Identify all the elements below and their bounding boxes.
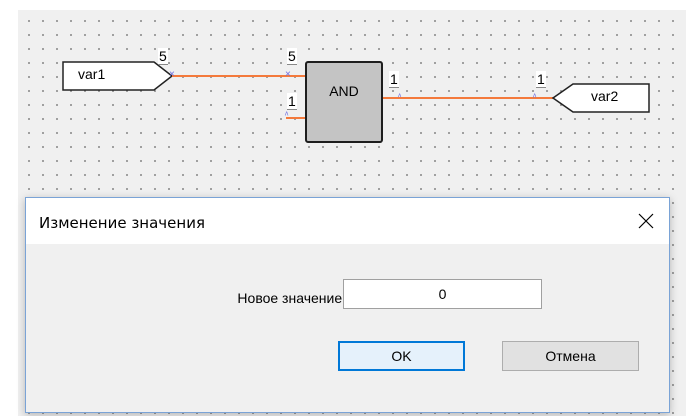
close-icon <box>638 213 654 229</box>
new-value-label: Новое значение: <box>237 290 346 306</box>
output-node-label: var2 <box>591 88 619 104</box>
gate-input1-value: 5 <box>287 48 297 65</box>
output-node-var2[interactable]: var2 <box>551 82 651 113</box>
and-gate[interactable]: AND <box>305 61 383 143</box>
wire-value-var1: 5 <box>158 48 168 65</box>
wire-value-var2: 1 <box>536 71 546 88</box>
ok-button[interactable]: OK <box>338 341 465 371</box>
gate-output-value: 1 <box>389 71 399 88</box>
input-node-label: var1 <box>78 66 106 82</box>
dialog-titlebar[interactable]: Изменение значения <box>26 198 669 244</box>
gate-input2-value: 1 <box>287 93 297 110</box>
connection-point-icon: × <box>169 69 175 80</box>
gate-label: AND <box>329 83 359 99</box>
connection-point-icon: × <box>285 69 291 80</box>
cancel-button[interactable]: Отмена <box>502 341 639 371</box>
gate-input2-wire <box>286 117 305 119</box>
connection-point-icon: ᶺ <box>533 92 537 103</box>
change-value-dialog: Изменение значения Новое значение: OK От… <box>25 197 670 413</box>
close-button[interactable] <box>623 198 669 244</box>
new-value-input[interactable] <box>343 279 542 309</box>
dialog-title: Изменение значения <box>39 214 205 232</box>
connection-point-icon: ᶺ <box>285 110 289 121</box>
wire-and-to-var2[interactable] <box>383 97 553 99</box>
